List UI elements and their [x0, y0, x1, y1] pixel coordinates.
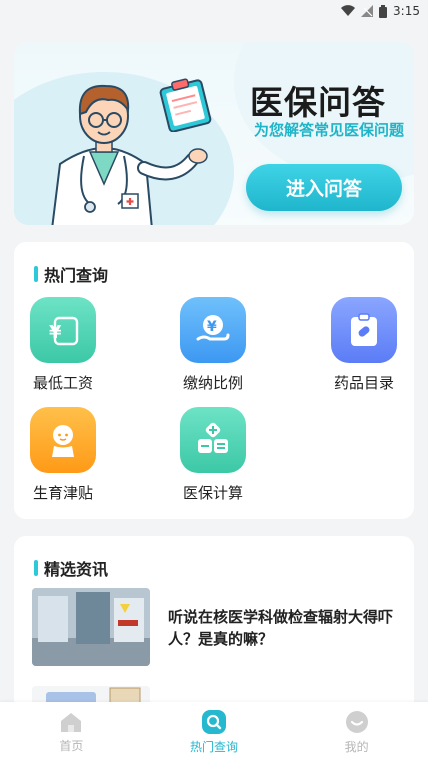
- bottom-tab-bar: 首页 热门查询 我的: [0, 702, 428, 762]
- banner-subtitle: 为您解答常见医保问题: [253, 121, 404, 139]
- tab-label: 首页: [59, 738, 84, 753]
- news-title: 精选资讯: [44, 560, 109, 579]
- banner-title: 医保问答: [250, 83, 386, 122]
- news-item[interactable]: 听说在核医学科做检查辐射大得吓人？是真的嘛？: [32, 588, 402, 666]
- svg-text:¥: ¥: [49, 322, 62, 343]
- hot-query-section: 热门查询 ¥ 最低工资 ¥ 缴纳比例 药品目录 生育津贴 医保计算: [14, 242, 414, 519]
- query-item-min-wage[interactable]: ¥ 最低工资: [18, 297, 108, 393]
- query-label: 最低工资: [32, 374, 93, 392]
- clipboard-illustration: [159, 78, 212, 132]
- query-item-drug-catalog[interactable]: 药品目录: [319, 297, 409, 393]
- search-icon: [201, 709, 226, 734]
- status-bar: 3:15: [0, 0, 428, 22]
- battery-icon: [379, 4, 388, 18]
- status-time: 3:15: [393, 4, 420, 18]
- tab-hot-query[interactable]: 热门查询: [164, 709, 264, 755]
- query-label: 缴纳比例: [182, 374, 243, 392]
- tab-home[interactable]: 首页: [21, 711, 121, 754]
- pill-clipboard-icon: [331, 297, 397, 363]
- section-accent-bar: [34, 266, 38, 282]
- qa-banner[interactable]: 医保问答 为您解答常见医保问题 进入问答: [14, 42, 414, 225]
- hot-title: 热门查询: [44, 266, 109, 285]
- tab-label: 热门查询: [189, 739, 238, 754]
- yuan-hand-icon: ¥: [180, 297, 246, 363]
- signal-icon: [361, 5, 374, 17]
- news-thumbnail: [32, 588, 150, 666]
- calculator-icon: [180, 407, 246, 473]
- tab-profile[interactable]: 我的: [307, 710, 407, 755]
- section-title-news: 精选资讯: [34, 556, 108, 580]
- wifi-icon: [341, 5, 356, 17]
- home-icon: [61, 712, 82, 732]
- section-title-hot: 热门查询: [34, 262, 108, 286]
- tab-label: 我的: [344, 739, 369, 754]
- query-item-maternity-allowance[interactable]: 生育津贴: [18, 407, 108, 503]
- news-headline: 听说在核医学科做检查辐射大得吓人？是真的嘛？: [168, 608, 394, 648]
- query-item-insurance-calculator[interactable]: 医保计算: [168, 407, 258, 503]
- query-label: 药品目录: [333, 374, 394, 392]
- query-label: 生育津贴: [32, 484, 93, 502]
- enter-qa-button[interactable]: 进入问答: [246, 164, 402, 211]
- yuan-slip-icon: ¥: [30, 297, 96, 363]
- profile-icon: [345, 710, 368, 733]
- section-accent-bar: [34, 560, 38, 576]
- baby-icon: [30, 407, 96, 473]
- query-label: 医保计算: [182, 484, 243, 502]
- svg-text:¥: ¥: [207, 319, 217, 335]
- query-item-contribution-ratio[interactable]: ¥ 缴纳比例: [168, 297, 258, 393]
